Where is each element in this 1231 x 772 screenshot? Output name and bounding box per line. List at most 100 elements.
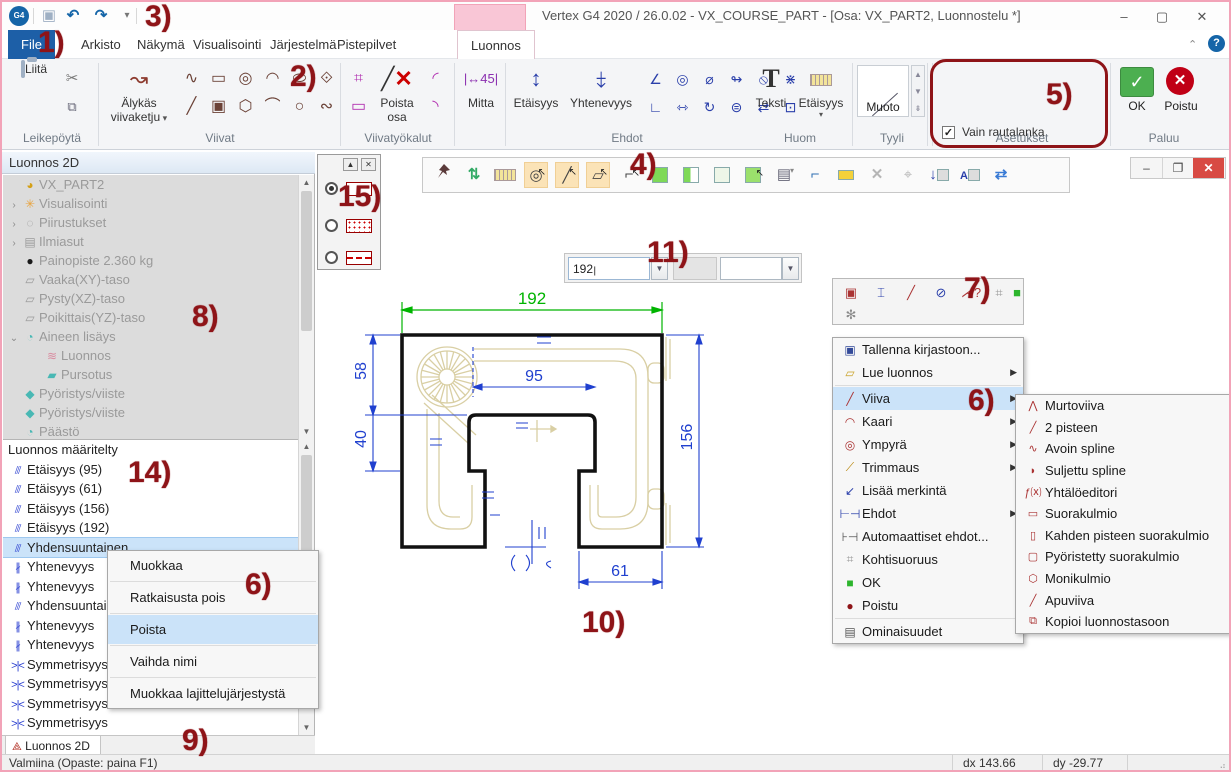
menu-item-ok[interactable]: ■OK (833, 571, 1023, 594)
collapse-ribbon-icon[interactable]: ⌃ (1188, 38, 1197, 51)
panel-collapse-icon[interactable]: ▲ (343, 158, 358, 171)
crosshair-icon[interactable]: ⌖ (896, 162, 920, 188)
scroll-down-icon[interactable]: ▼ (299, 720, 314, 735)
tree-item-piirustukset[interactable]: ›◌Piirustukset (3, 213, 298, 232)
tool-icon[interactable]: ⊜ (723, 93, 750, 121)
smart-polyline-button[interactable]: ↝ Älykäs viivaketju ▾ (104, 62, 174, 124)
menu-item-poista[interactable]: Poista (108, 615, 318, 644)
solid-l-icon[interactable]: ⌐ (803, 162, 827, 188)
tool-icon[interactable]: ∿ (178, 65, 205, 93)
maximize-button[interactable]: ▢ (1147, 7, 1177, 27)
dim-95-label[interactable]: 95 (525, 368, 543, 385)
coincidence-constraint-button[interactable]: ⤈ Yhtenevyys (564, 62, 638, 110)
menu-item-apuviiva[interactable]: ╱Apuviiva (1016, 589, 1229, 611)
select-circle-icon[interactable]: ◎↖ (524, 162, 548, 188)
menu-item-ehdot[interactable]: ⊢⊣Ehdot▶ (833, 502, 1023, 525)
flip-axis-icon[interactable]: ⇅ (462, 162, 486, 188)
mdi-restore-button[interactable]: ❐ (1162, 158, 1193, 178)
menu-item-muokkaa-lajitteluj-rjestyst-[interactable]: Muokkaa lajittelujärjestystä (108, 679, 318, 708)
dim-192-label[interactable]: 192 (518, 289, 546, 308)
tree-scrollbar[interactable]: ▲ ▼ (298, 175, 314, 439)
scroll-up-icon[interactable]: ▲ (299, 439, 314, 454)
menu-item-avoin-spline[interactable]: ∿Avoin spline (1016, 438, 1229, 460)
menu-item-pistepilvet[interactable]: Pistepilvet (324, 30, 409, 59)
tree-item-py-ristys-viiste[interactable]: ◆Pyöristys/viiste (3, 403, 298, 422)
menu-item-2-pisteen[interactable]: ╱2 pisteen (1016, 417, 1229, 439)
mini-tool-icon[interactable]: ⌶ (869, 283, 893, 303)
dim-156-label[interactable]: 156 (679, 424, 696, 451)
cut-icon[interactable]: ✂ (60, 67, 84, 91)
fill-mode-radio-1[interactable] (325, 182, 338, 195)
panel-close-icon[interactable]: ✕ (361, 158, 376, 171)
delete-cube-icon[interactable]: ✕ (865, 162, 889, 188)
scroll-up-icon[interactable]: ▲ (299, 175, 314, 190)
mdi-minimize-button[interactable]: – (1131, 158, 1162, 178)
menu-item-luonnos[interactable]: Luonnos (457, 30, 535, 59)
measure-button[interactable]: |↔45| Mitta (460, 62, 502, 110)
tool-icon[interactable]: ⌀ (696, 65, 723, 93)
pale-cube-icon[interactable] (710, 162, 734, 188)
mini-tool-icon[interactable]: ⊘ (929, 283, 953, 303)
tool-icon[interactable]: ▭ (205, 65, 232, 93)
text-button[interactable]: T Teksti (750, 62, 792, 110)
dim-58-label[interactable]: 58 (353, 362, 370, 380)
menu-item-trimmaus[interactable]: ⟋Trimmaus▶ (833, 456, 1023, 479)
tool-icon[interactable]: ↬ (723, 65, 750, 93)
tool-icon[interactable]: ⌗ (345, 65, 372, 93)
tool-icon[interactable]: ⟐ (313, 65, 340, 93)
ok-button[interactable]: ✓ (1120, 67, 1154, 97)
tool-icon[interactable]: ∟ (642, 93, 669, 121)
pick-cube-icon[interactable]: ↖ (741, 162, 765, 188)
dimension-value-input[interactable]: 192ꞁ (568, 257, 650, 280)
menu-item-lue-luonnos[interactable]: ▱Lue luonnos▶ (833, 361, 1023, 384)
mini-tool-icon[interactable]: ✻ (839, 305, 863, 325)
tool-icon[interactable]: ⌒ (259, 93, 286, 121)
menu-item-automaattiset-ehdot-[interactable]: ⊦⊣Automaattiset ehdot... (833, 525, 1023, 548)
select-line-icon[interactable]: ╱↖ (555, 162, 579, 188)
copy-icon[interactable]: ⧉ (60, 95, 84, 119)
tool-icon[interactable]: ◎ (669, 65, 696, 93)
tool-icon[interactable]: ╱ (178, 93, 205, 121)
tool-icon[interactable]: ◠ (259, 65, 286, 93)
menu-item-kopioi-luonnostasoon[interactable]: ⧉Kopioi luonnostasoon (1016, 611, 1229, 633)
mdi-close-button[interactable]: ✕ (1193, 158, 1224, 178)
tool-icon[interactable]: ⇿ (669, 93, 696, 121)
ruler-icon[interactable] (493, 162, 517, 188)
menu-item-ratkaisusta-pois[interactable]: Ratkaisusta pois (108, 583, 318, 612)
swap-arrows-icon[interactable]: ⇄ (989, 162, 1013, 188)
dim-40-label[interactable]: 40 (353, 430, 370, 448)
qat-more-icon[interactable]: ▾ (116, 5, 138, 27)
select-plane-icon[interactable]: ▱↖ (586, 162, 610, 188)
tree-item-py-ristys-viiste[interactable]: ◆Pyöristys/viiste (3, 384, 298, 403)
tool-icon[interactable]: ↻ (696, 93, 723, 121)
menu-item-muokkaa[interactable]: Muokkaa (108, 551, 318, 580)
scroll-down-icon[interactable]: ▼ (299, 424, 314, 439)
constraint-item[interactable]: ⫻Etäisyys (156) (3, 499, 298, 519)
drop-cube-icon[interactable]: ↓ (927, 162, 951, 188)
gallery-spinner[interactable]: ▲▼⇟ (911, 65, 925, 117)
tree-item-aineen-lis-ys[interactable]: ⌄◔Aineen lisäys (3, 327, 298, 346)
save-icon[interactable]: ▣ (38, 5, 60, 27)
menu-item-kohtisuoruus[interactable]: ⌗Kohtisuoruus (833, 548, 1023, 571)
tree-item-pursotus[interactable]: ▰Pursotus (3, 365, 298, 384)
tree-item-pysty-xz-taso[interactable]: ▱Pysty(XZ)-taso (3, 289, 298, 308)
dim-61-label[interactable]: 61 (611, 563, 629, 580)
tree-item-vaaka-xy-taso[interactable]: ▱Vaaka(XY)-taso (3, 270, 298, 289)
scroll-thumb[interactable] (301, 191, 312, 331)
menu-item-lis-merkint-[interactable]: ↙Lisää merkintä (833, 479, 1023, 502)
tool-icon[interactable]: ◜ (422, 65, 449, 93)
menu-item-suljettu-spline[interactable]: ◗Suljettu spline (1016, 460, 1229, 482)
menu-item-poistu[interactable]: ●Poistu (833, 594, 1023, 617)
tool-icon[interactable]: ○ (286, 93, 313, 121)
fill-mode-radio-3[interactable] (325, 251, 338, 264)
tool-icon[interactable]: ∾ (313, 93, 340, 121)
face-cube-icon[interactable] (679, 162, 703, 188)
redo-icon[interactable]: ↷ (90, 5, 112, 27)
menu-item-tallenna-kirjastoon-[interactable]: ▣Tallenna kirjastoon... (833, 338, 1023, 361)
tool-icon[interactable]: ∠ (642, 65, 669, 93)
tray-icon[interactable] (834, 162, 858, 188)
resize-grip-icon[interactable]: ⣠ (1219, 758, 1226, 769)
tool-icon[interactable]: ◝ (422, 93, 449, 121)
document-icon[interactable]: ▤▾ (772, 162, 796, 188)
tool-icon[interactable]: ◎ (232, 65, 259, 93)
